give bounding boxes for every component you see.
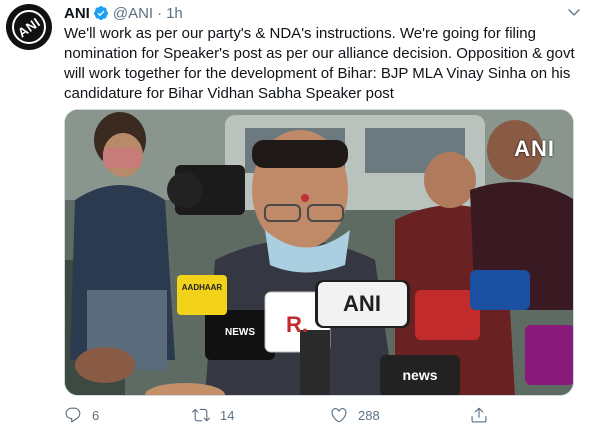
share-icon bbox=[471, 407, 487, 423]
chevron-down-icon[interactable] bbox=[566, 4, 582, 20]
mic-label-r: R. bbox=[286, 312, 308, 337]
separator-dot: · bbox=[157, 4, 163, 22]
tweet-text: We'll work as per our party's & NDA's in… bbox=[64, 25, 575, 102]
mic-label-aadhaar: AADHAAR bbox=[182, 283, 223, 292]
avatar-logo-text: ANI bbox=[14, 14, 44, 40]
ani-logo: ANI bbox=[12, 10, 46, 44]
reply-button[interactable]: 6 bbox=[64, 406, 99, 424]
mic-label-ani: ANI bbox=[343, 291, 381, 316]
author-handle[interactable]: @ANI bbox=[113, 5, 153, 22]
share-button[interactable] bbox=[470, 406, 488, 424]
press-scene-illustration: ANI R. AADHAAR NEWS news bbox=[65, 110, 573, 395]
avatar[interactable]: ANI bbox=[6, 4, 52, 50]
media-watermark: ANI bbox=[514, 136, 555, 161]
like-count: 288 bbox=[358, 407, 380, 423]
tweet-actions: 6 14 288 bbox=[64, 404, 524, 426]
retweet-button[interactable]: 14 bbox=[192, 406, 234, 424]
tweet[interactable]: ANI ANI @ANI · 1h We'll work as per our … bbox=[0, 0, 590, 431]
retweet-icon bbox=[192, 408, 210, 422]
mic-label-news: NEWS bbox=[225, 327, 255, 338]
tweet-header: ANI @ANI · 1h bbox=[64, 4, 183, 22]
verified-badge-icon bbox=[93, 5, 109, 21]
heart-icon bbox=[331, 408, 347, 423]
reply-icon bbox=[65, 407, 81, 423]
mic-label-news2: news bbox=[402, 367, 437, 383]
author-name[interactable]: ANI bbox=[64, 5, 90, 22]
reply-count: 6 bbox=[92, 407, 100, 423]
like-button[interactable]: 288 bbox=[330, 406, 380, 424]
retweet-count: 14 bbox=[220, 407, 235, 423]
tweet-timestamp[interactable]: 1h bbox=[166, 5, 183, 22]
tweet-media-image[interactable]: ANI R. AADHAAR NEWS news ANI bbox=[64, 109, 574, 396]
